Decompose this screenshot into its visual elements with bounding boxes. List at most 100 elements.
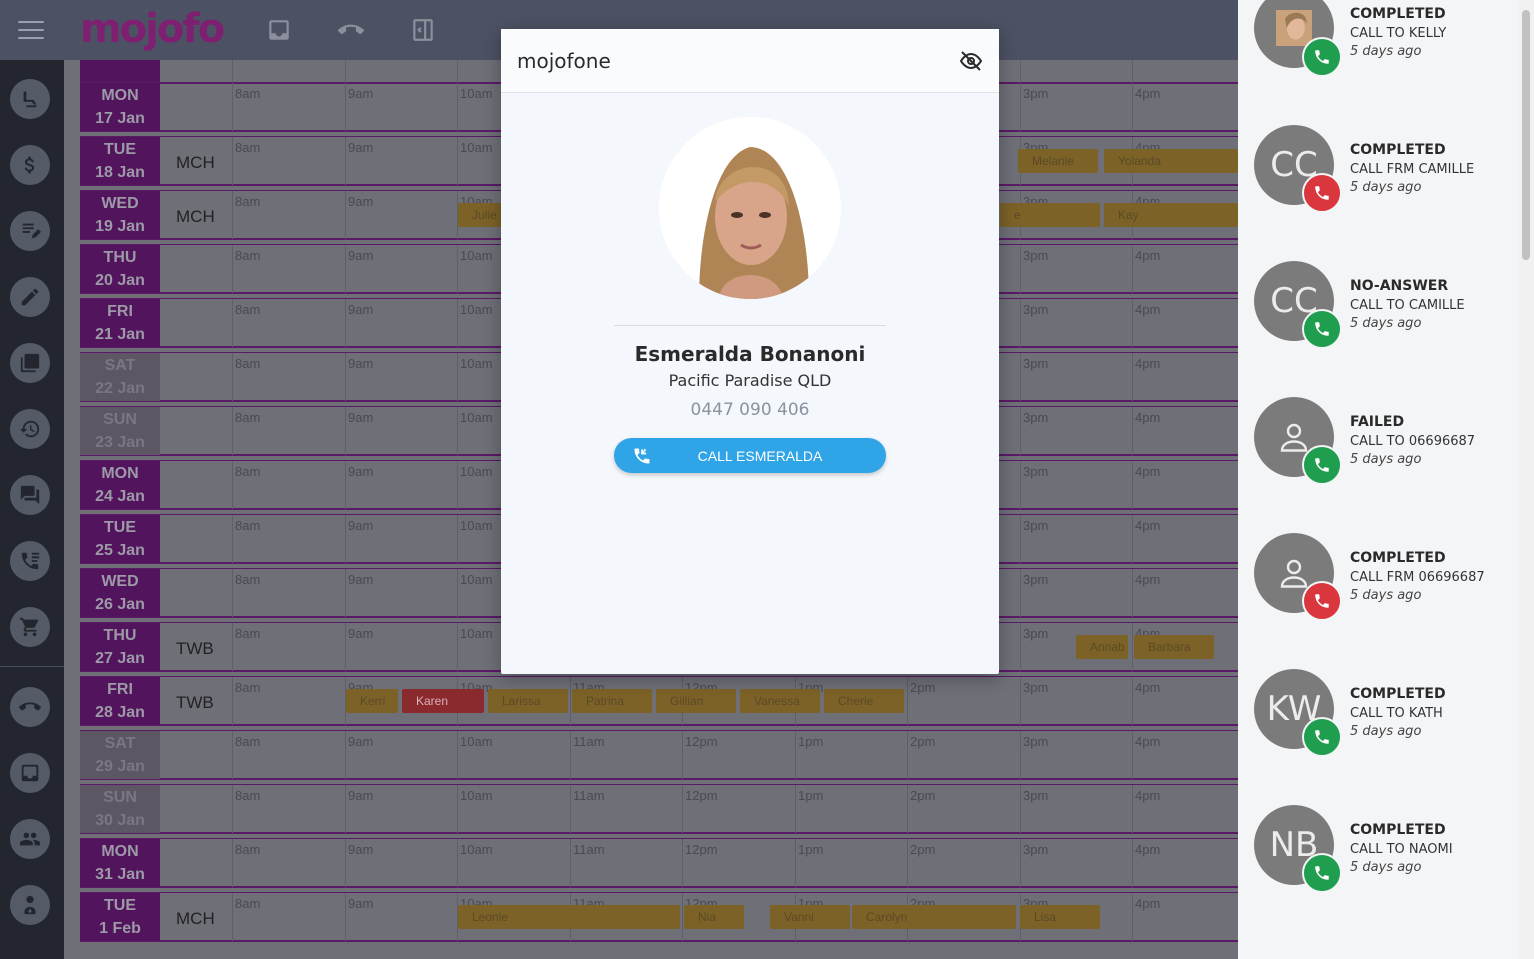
time-slot[interactable]: 8am [232, 407, 345, 455]
appointment-block[interactable]: Kerri [346, 689, 398, 713]
time-slot[interactable]: 9am [345, 515, 457, 563]
time-slot[interactable]: 9am [345, 461, 457, 509]
appointment-block[interactable]: Yolanda [1104, 149, 1238, 173]
call-log-item[interactable]: COMPLETED CALL TO KELLY 5 days ago [1238, 0, 1518, 136]
time-slot[interactable]: 9am [345, 137, 457, 185]
time-slot[interactable]: 9am [345, 83, 457, 131]
appointment-block[interactable]: Annab [1076, 635, 1128, 659]
hang-up-icon[interactable] [337, 17, 364, 43]
history-icon[interactable] [10, 409, 50, 449]
appointment-block[interactable]: Larissa [488, 689, 568, 713]
calendar-row[interactable]: SUN 30 Jan 8am 9am 10am 11am 12pm 1pm 2pm 3pm 4pm [80, 784, 1238, 834]
time-slot[interactable]: 9am [345, 353, 457, 401]
time-slot[interactable]: 4pm [1132, 461, 1238, 509]
time-slot[interactable]: 8am [232, 353, 345, 401]
side-panel-icon[interactable] [410, 17, 436, 43]
appointment-block[interactable]: Gillian [656, 689, 736, 713]
time-slot[interactable]: 8am [232, 461, 345, 509]
time-slot[interactable]: 4pm [1132, 83, 1238, 131]
time-slot[interactable]: 4pm [1132, 785, 1238, 833]
hamburger-menu-icon[interactable] [18, 18, 44, 42]
time-slot[interactable]: 9am [345, 407, 457, 455]
time-slot[interactable]: 3pm [1020, 83, 1132, 131]
time-slot[interactable]: 8am [232, 839, 345, 887]
time-slot[interactable]: 8am [232, 569, 345, 617]
time-slot[interactable]: 9am [345, 623, 457, 671]
time-slot[interactable]: 9am [345, 893, 457, 941]
time-slot[interactable]: 8am [232, 83, 345, 131]
appointment-block[interactable]: Carolyn [852, 905, 1016, 929]
time-slot[interactable]: 4pm [1132, 839, 1238, 887]
time-slot[interactable]: 4pm [1132, 569, 1238, 617]
time-slot[interactable]: 9am [345, 299, 457, 347]
time-slot[interactable]: 4pm [1132, 299, 1238, 347]
time-slot[interactable]: 10am [457, 839, 570, 887]
time-slot[interactable]: 8am [232, 515, 345, 563]
call-log-item[interactable]: NB COMPLETED CALL TO NAOMI 5 days ago [1238, 805, 1518, 952]
time-slot[interactable]: 4pm [1132, 407, 1238, 455]
calendar-row[interactable]: SAT 29 Jan 8am 9am 10am 11am 12pm 1pm 2pm 3pm 4pm [80, 730, 1238, 780]
time-slot[interactable]: 4pm [1132, 677, 1238, 725]
cart-icon[interactable] [10, 607, 50, 647]
scroll-thumb[interactable] [1522, 10, 1530, 260]
time-slot[interactable]: 12pm [682, 839, 795, 887]
notes-icon[interactable] [10, 211, 50, 251]
time-slot[interactable]: 9am [345, 731, 457, 779]
call-log-item[interactable]: COMPLETED CALL FRM 06696687 5 days ago [1238, 533, 1518, 680]
time-slot[interactable]: 3pm [1020, 515, 1132, 563]
appointment-block[interactable]: Vanni [770, 905, 850, 929]
time-slot[interactable]: 10am [457, 785, 570, 833]
appointment-block[interactable]: Vanessa [740, 689, 820, 713]
appointment-block[interactable]: e [1000, 203, 1100, 227]
time-slot[interactable]: 3pm [1020, 677, 1132, 725]
time-slot[interactable]: 8am [232, 137, 345, 185]
time-slot[interactable]: 3pm [1020, 60, 1132, 83]
call-log-item[interactable]: FAILED CALL TO 06696687 5 days ago [1238, 397, 1518, 544]
call-contact-button[interactable]: CALL ESMERALDA [614, 438, 886, 473]
time-slot[interactable]: 4pm [1132, 245, 1238, 293]
time-slot[interactable]: 3pm [1020, 461, 1132, 509]
time-slot[interactable]: 1pm [795, 785, 907, 833]
eye-off-icon[interactable] [959, 49, 983, 73]
time-slot[interactable]: 8am [232, 785, 345, 833]
contact-phone[interactable]: 0447 090 406 [501, 400, 999, 420]
time-slot[interactable]: 3pm [1020, 245, 1132, 293]
time-slot[interactable]: 8am [232, 731, 345, 779]
appointment-block[interactable]: Leonie [458, 905, 680, 929]
inbox-icon[interactable] [10, 753, 50, 793]
calendar-row[interactable]: TUE 1 Feb MCH 8am 9am 10am 11am 12pm 1pm 2pm 3pm 4p… [80, 892, 1238, 942]
time-slot[interactable]: 8am [232, 60, 345, 83]
time-slot[interactable]: 9am [345, 245, 457, 293]
time-slot[interactable]: 8am [232, 677, 345, 725]
appointment-block[interactable]: Barbara [1134, 635, 1214, 659]
time-slot[interactable]: 3pm [1020, 785, 1132, 833]
time-slot[interactable]: 4pm [1132, 60, 1238, 83]
dental-chair-icon[interactable] [10, 79, 50, 119]
time-slot[interactable]: 3pm [1020, 299, 1132, 347]
time-slot[interactable]: 12pm [682, 785, 795, 833]
appointment-block[interactable]: Cherie [824, 689, 904, 713]
calendar-row[interactable]: MON 31 Jan 8am 9am 10am 11am 12pm 1pm 2pm 3pm 4pm [80, 838, 1238, 888]
time-slot[interactable]: 3pm [1020, 407, 1132, 455]
time-slot[interactable]: 4pm [1132, 893, 1238, 941]
time-slot[interactable]: 10am [457, 731, 570, 779]
hang-up-icon[interactable] [10, 687, 50, 727]
dollar-icon[interactable] [10, 145, 50, 185]
call-log-item[interactable]: CC COMPLETED CALL FRM CAMILLE 5 days ago [1238, 125, 1518, 272]
appointment-block[interactable]: Melanie [1018, 149, 1098, 173]
people-icon[interactable] [10, 819, 50, 859]
time-slot[interactable]: 2pm [907, 839, 1020, 887]
gallery-icon[interactable] [10, 343, 50, 383]
time-slot[interactable]: 9am [345, 191, 457, 239]
time-slot[interactable]: 8am [232, 245, 345, 293]
time-slot[interactable]: 8am [232, 623, 345, 671]
edit-icon[interactable] [10, 277, 50, 317]
time-slot[interactable]: 3pm [1020, 731, 1132, 779]
time-slot[interactable]: 9am [345, 569, 457, 617]
time-slot[interactable]: 2pm [907, 785, 1020, 833]
chat-icon[interactable] [10, 475, 50, 515]
time-slot[interactable]: 11am [570, 785, 682, 833]
inbox-icon[interactable] [266, 17, 292, 43]
time-slot[interactable]: 2pm [907, 731, 1020, 779]
appointment-block[interactable]: Patrina [572, 689, 652, 713]
